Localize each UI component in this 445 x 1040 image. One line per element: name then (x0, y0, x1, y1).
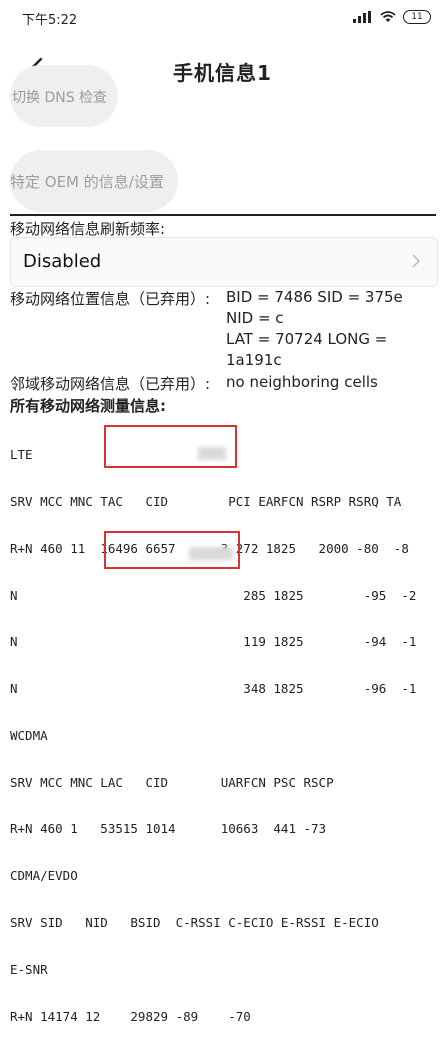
battery-level: 11 (411, 12, 423, 22)
cell-table-line: WCDMA (10, 727, 48, 743)
wcdma-lac-cid-highlight (104, 531, 240, 569)
status-time: 下午5:22 (22, 13, 78, 28)
wifi-icon (380, 11, 396, 22)
cell-table-line: SRV SID NID BSID C-RSSI C-ECIO E-RSSI E-… (10, 915, 379, 930)
battery-icon: 11 (403, 10, 431, 24)
measurement-label: 所有移动网络测量信息: (10, 397, 166, 415)
lte-tac-cid-highlight (104, 425, 237, 468)
signal-icon (353, 11, 371, 23)
location-line-4: 1a191c (226, 351, 282, 369)
oem-info-label: 特定 OEM 的信息/设置 (10, 173, 164, 191)
cell-table-line: R+N 460 1 53515 1014 10663 441 -73 (10, 821, 327, 837)
cell-table-line: CDMA/EVDO (10, 868, 78, 884)
location-line-1: BID = 7486 SID = 375e (226, 288, 403, 306)
cell-table-line: N 348 1825 -96 -1 (10, 681, 417, 697)
neighbor-value: no neighboring cells (226, 373, 378, 391)
cell-table-line: SRV MCC MNC TAC CID PCI EARFCN RSRP RSRQ… (10, 493, 402, 509)
location-line-2: NID = c (226, 309, 284, 327)
status-icons: 11 (353, 10, 431, 24)
refresh-rate-dropdown[interactable]: Disabled (10, 237, 438, 287)
cell-table-line: N 119 1825 -94 -1 (10, 634, 417, 650)
oem-info-button[interactable]: 特定 OEM 的信息/设置 (10, 150, 178, 212)
dns-check-label: 切换 DNS 检查 (12, 90, 108, 106)
cell-table-line: N 285 1825 -95 -2 (10, 587, 417, 603)
cell-table-line: E-SNR (10, 961, 48, 977)
cell-table-line: SRV MCC MNC LAC CID UARFCN PSC RSCP (10, 774, 334, 790)
section-divider (10, 214, 436, 216)
location-line-3: LAT = 70724 LONG = (226, 330, 388, 348)
cell-table-line: R+N 14174 12 29829 -89 -70 (10, 1008, 251, 1024)
dns-check-button[interactable]: 切换 DNS 检查 (10, 65, 118, 127)
refresh-rate-label: 移动网络信息刷新频率: (10, 220, 166, 238)
cell-table: LTE SRV MCC MNC TAC CID PCI EARFCN RSRP … (10, 416, 416, 1040)
neighbor-label: 邻域移动网络信息（已弃用）: (10, 375, 211, 393)
location-label: 移动网络位置信息（已弃用）: (10, 290, 211, 308)
refresh-rate-value: Disabled (23, 251, 102, 272)
chevron-right-icon (412, 254, 420, 268)
